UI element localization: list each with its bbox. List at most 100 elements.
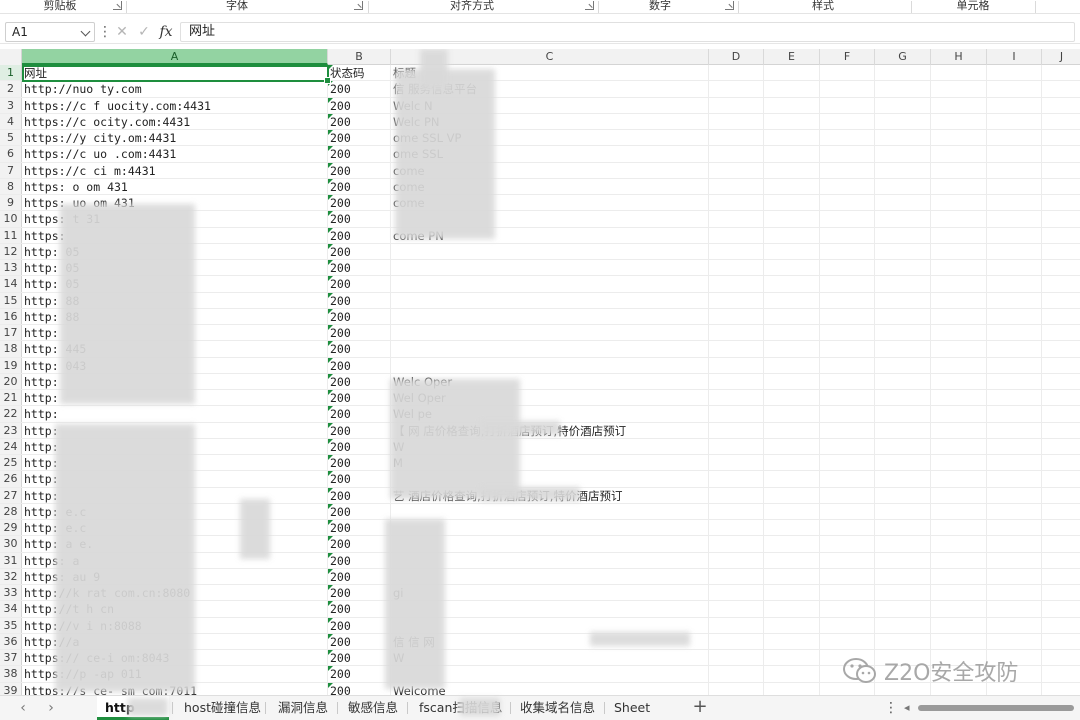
empty-cell[interactable] — [875, 455, 931, 471]
empty-cell[interactable] — [875, 178, 931, 194]
empty-cell[interactable] — [987, 292, 1042, 308]
empty-cell[interactable] — [820, 373, 875, 389]
empty-cell[interactable] — [987, 195, 1042, 211]
empty-cell[interactable] — [1042, 325, 1080, 340]
empty-cell[interactable] — [987, 178, 1042, 194]
empty-cell[interactable] — [764, 487, 820, 503]
empty-cell[interactable] — [1042, 618, 1080, 633]
empty-cell[interactable] — [764, 682, 820, 695]
cell-status-code[interactable]: 200 — [328, 406, 391, 422]
empty-cell[interactable] — [875, 601, 931, 617]
cell-status-code[interactable]: 200 — [328, 373, 391, 389]
empty-cell[interactable] — [987, 308, 1042, 324]
scroll-left-icon[interactable]: ◂ — [904, 699, 914, 717]
empty-cell[interactable] — [709, 406, 764, 422]
row-header[interactable]: 31 — [0, 552, 22, 568]
empty-cell[interactable] — [875, 325, 931, 341]
empty-cell[interactable] — [875, 211, 931, 227]
check-icon[interactable]: ✓ — [135, 23, 153, 41]
row-header[interactable]: 39 — [0, 682, 22, 695]
empty-cell[interactable] — [709, 195, 764, 211]
empty-cell[interactable] — [709, 113, 764, 129]
empty-cell[interactable] — [709, 503, 764, 519]
empty-cell[interactable] — [987, 325, 1042, 341]
cell-status-code[interactable]: 200 — [328, 325, 391, 341]
empty-cell[interactable] — [764, 373, 820, 389]
empty-cell[interactable] — [987, 81, 1042, 97]
empty-cell[interactable] — [709, 568, 764, 584]
empty-cell[interactable] — [764, 552, 820, 568]
empty-cell[interactable] — [875, 65, 931, 81]
empty-cell[interactable] — [931, 130, 987, 146]
empty-cell[interactable] — [931, 390, 987, 406]
cell-status-code[interactable]: 200 — [328, 422, 391, 438]
empty-cell[interactable] — [987, 552, 1042, 568]
row-header[interactable]: 32 — [0, 568, 22, 584]
empty-cell[interactable] — [875, 81, 931, 97]
empty-cell[interactable] — [709, 341, 764, 357]
empty-cell[interactable] — [820, 357, 875, 373]
empty-cell[interactable] — [987, 471, 1042, 487]
empty-cell[interactable] — [931, 243, 987, 259]
cell-status-code[interactable]: 200 — [328, 487, 391, 503]
empty-cell[interactable] — [875, 471, 931, 487]
empty-cell[interactable] — [1042, 406, 1080, 421]
empty-cell[interactable] — [820, 536, 875, 552]
cell-status-code[interactable]: 200 — [328, 227, 391, 243]
empty-cell[interactable] — [820, 178, 875, 194]
empty-cell[interactable] — [875, 341, 931, 357]
cell-status-code[interactable]: 200 — [328, 520, 391, 536]
empty-cell[interactable] — [1042, 163, 1080, 178]
empty-cell[interactable] — [820, 455, 875, 471]
empty-cell[interactable] — [709, 325, 764, 341]
cell-title[interactable] — [391, 357, 709, 373]
empty-cell[interactable] — [987, 276, 1042, 292]
empty-cell[interactable] — [820, 325, 875, 341]
empty-cell[interactable] — [875, 568, 931, 584]
empty-cell[interactable] — [1042, 211, 1080, 226]
empty-cell[interactable] — [1042, 179, 1080, 194]
cell-url[interactable]: https: o om 431 — [22, 178, 328, 194]
empty-cell[interactable] — [820, 390, 875, 406]
empty-cell[interactable] — [764, 633, 820, 649]
row-header[interactable]: 30 — [0, 536, 22, 552]
empty-cell[interactable] — [764, 357, 820, 373]
empty-cell[interactable] — [709, 520, 764, 536]
row-header[interactable]: 29 — [0, 520, 22, 536]
cell-status-code[interactable]: 200 — [328, 341, 391, 357]
empty-cell[interactable] — [1042, 471, 1080, 486]
row-header[interactable]: 2 — [0, 81, 22, 97]
row-header[interactable]: 21 — [0, 390, 22, 406]
empty-cell[interactable] — [931, 552, 987, 568]
cell-url[interactable]: https://c ci m:4431 — [22, 162, 328, 178]
empty-cell[interactable] — [820, 406, 875, 422]
empty-cell[interactable] — [987, 585, 1042, 601]
empty-cell[interactable] — [764, 325, 820, 341]
empty-cell[interactable] — [931, 308, 987, 324]
row-header[interactable]: 19 — [0, 357, 22, 373]
chevron-down-icon[interactable] — [80, 26, 91, 37]
empty-cell[interactable] — [764, 81, 820, 97]
empty-cell[interactable] — [1042, 553, 1080, 568]
empty-cell[interactable] — [1042, 520, 1080, 535]
empty-cell[interactable] — [987, 536, 1042, 552]
empty-cell[interactable] — [709, 601, 764, 617]
empty-cell[interactable] — [1042, 569, 1080, 584]
empty-cell[interactable] — [931, 406, 987, 422]
empty-cell[interactable] — [820, 552, 875, 568]
empty-cell[interactable] — [764, 438, 820, 454]
empty-cell[interactable] — [764, 520, 820, 536]
tab-collected-domains[interactable]: 收集域名信息 — [512, 696, 603, 720]
empty-cell[interactable] — [987, 113, 1042, 129]
empty-cell[interactable] — [987, 162, 1042, 178]
empty-cell[interactable] — [987, 617, 1042, 633]
tab-next-icon[interactable]: › — [42, 699, 60, 717]
name-box[interactable]: A1 — [5, 22, 95, 42]
row-header[interactable]: 15 — [0, 292, 22, 308]
cell-url[interactable]: 网址 — [22, 65, 328, 81]
empty-cell[interactable] — [764, 195, 820, 211]
empty-cell[interactable] — [1042, 666, 1080, 681]
empty-cell[interactable] — [931, 325, 987, 341]
cell-status-code[interactable]: 200 — [328, 292, 391, 308]
empty-cell[interactable] — [709, 276, 764, 292]
